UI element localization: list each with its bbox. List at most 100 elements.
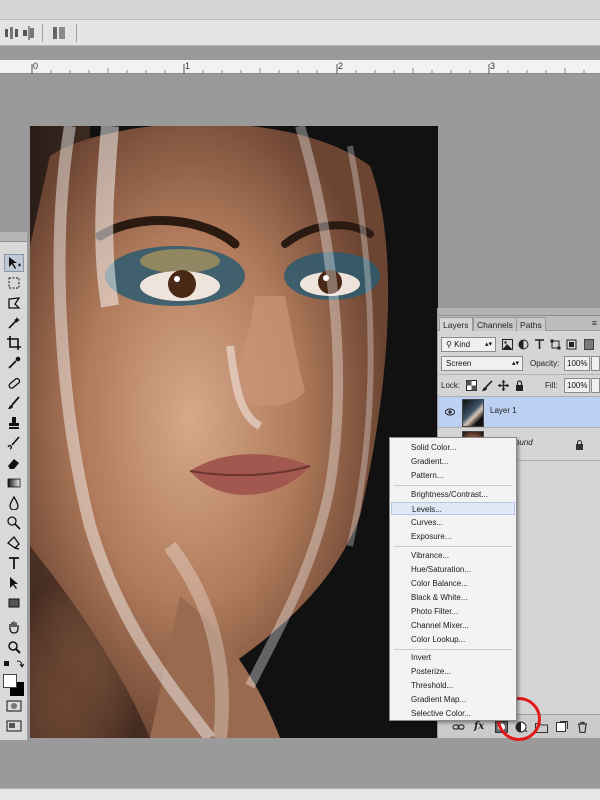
menu-item-gradient-map[interactable]: Gradient Map... xyxy=(391,693,515,706)
marquee-tool[interactable] xyxy=(4,274,24,292)
history-brush-tool[interactable] xyxy=(4,434,24,452)
opacity-input[interactable]: 100% xyxy=(564,356,590,371)
eraser-tool[interactable] xyxy=(4,454,24,472)
delete-layer-icon[interactable] xyxy=(576,721,589,733)
adjustment-filter-icon[interactable] xyxy=(518,339,529,350)
chevron-down-icon: ▴▾ xyxy=(511,360,519,367)
auto-align-icon[interactable] xyxy=(52,26,66,40)
lock-position-icon[interactable] xyxy=(498,380,509,391)
zoom-tool[interactable] xyxy=(4,638,24,656)
lock-transparent-icon[interactable] xyxy=(466,380,477,391)
tools-panel-header[interactable] xyxy=(0,232,27,242)
clone-stamp-tool[interactable] xyxy=(4,414,24,432)
lasso-icon xyxy=(8,297,21,309)
fill-dropdown[interactable] xyxy=(591,378,600,393)
menu-item-vibrance[interactable]: Vibrance... xyxy=(391,549,515,562)
foreground-color-swatch[interactable] xyxy=(3,674,17,688)
blend-mode-value: Screen xyxy=(446,359,472,368)
panel-header[interactable] xyxy=(438,308,600,316)
document-canvas[interactable] xyxy=(30,126,438,738)
type-filter-icon[interactable] xyxy=(534,339,545,350)
menu-item-black-white[interactable]: Black & White... xyxy=(391,591,515,604)
dodge-tool[interactable] xyxy=(4,514,24,532)
quick-mask-icon[interactable] xyxy=(6,700,22,712)
shape-tool[interactable] xyxy=(4,594,24,612)
brush-tool[interactable] xyxy=(4,394,24,412)
tab-paths[interactable]: Paths xyxy=(516,317,546,331)
adjustment-layer-menu: Solid Color... Gradient... Pattern... Br… xyxy=(389,437,517,721)
filter-kind-select[interactable]: ⚲ Kind ▴▾ xyxy=(441,337,496,352)
swap-colors-icon[interactable] xyxy=(3,659,25,669)
lasso-tool[interactable] xyxy=(4,294,24,312)
menu-item-hue-saturation[interactable]: Hue/Saturation... xyxy=(391,563,515,576)
healing-brush-tool[interactable] xyxy=(4,374,24,392)
menu-item-brightness-contrast[interactable]: Brightness/Contrast... xyxy=(391,488,515,501)
blend-row: Screen ▴▾ Opacity: 100% xyxy=(438,353,600,375)
filter-toggle-switch[interactable] xyxy=(584,339,594,350)
eyedropper-tool[interactable] xyxy=(4,354,24,372)
smart-object-filter-icon[interactable] xyxy=(566,339,577,350)
tools-panel xyxy=(0,232,28,740)
rectangle-icon xyxy=(8,598,20,608)
menu-item-channel-mixer[interactable]: Channel Mixer... xyxy=(391,619,515,632)
lock-pixels-icon[interactable] xyxy=(482,380,493,391)
image-filter-icon[interactable] xyxy=(502,339,513,350)
move-tool[interactable] xyxy=(4,254,24,272)
blur-tool[interactable] xyxy=(4,494,24,512)
panel-tabs: Layers Channels Paths ≡ xyxy=(438,316,600,331)
arrow-icon xyxy=(10,577,18,589)
screen-mode-icon[interactable] xyxy=(6,720,22,732)
filter-kind-value: Kind xyxy=(454,340,471,349)
horizontal-ruler: 0 1 2 3 xyxy=(0,60,600,74)
layer-thumbnail xyxy=(462,399,484,427)
ruler-ticks xyxy=(31,64,585,74)
path-select-tool[interactable] xyxy=(4,574,24,592)
tab-layers[interactable]: Layers xyxy=(439,317,473,331)
fill-label: Fill: xyxy=(545,381,558,390)
move-icon xyxy=(9,257,21,269)
menu-separator xyxy=(394,649,512,650)
pen-tool[interactable] xyxy=(4,534,24,552)
lock-all-icon[interactable] xyxy=(514,380,525,391)
menu-separator xyxy=(394,485,512,486)
menu-item-invert[interactable]: Invert xyxy=(391,651,515,664)
quick-select-tool[interactable] xyxy=(4,314,24,332)
type-tool[interactable] xyxy=(4,554,24,572)
menu-item-curves[interactable]: Curves... xyxy=(391,516,515,529)
menu-item-color-lookup[interactable]: Color Lookup... xyxy=(391,633,515,646)
distribute-center-icon[interactable] xyxy=(22,26,36,40)
shape-filter-icon[interactable] xyxy=(550,339,561,350)
opacity-dropdown[interactable] xyxy=(591,356,600,371)
distribute-left-icon[interactable] xyxy=(4,26,20,40)
drop-icon xyxy=(9,496,19,510)
crop-tool[interactable] xyxy=(4,334,24,352)
menu-item-posterize[interactable]: Posterize... xyxy=(391,665,515,678)
new-layer-icon[interactable] xyxy=(555,721,568,733)
bandage-icon xyxy=(8,377,21,389)
menu-item-levels[interactable]: Levels... xyxy=(391,502,515,515)
blend-mode-select[interactable]: Screen ▴▾ xyxy=(441,356,523,371)
menu-item-gradient[interactable]: Gradient... xyxy=(391,455,515,468)
opacity-label: Opacity: xyxy=(530,359,560,368)
fill-input[interactable]: 100% xyxy=(564,378,590,393)
tab-channels[interactable]: Channels xyxy=(473,317,517,331)
hand-tool[interactable] xyxy=(4,618,24,636)
zoom-icon xyxy=(8,641,21,654)
menu-item-color-balance[interactable]: Color Balance... xyxy=(391,577,515,590)
gradient-tool[interactable] xyxy=(4,474,24,492)
fx-icon[interactable]: fx xyxy=(474,721,487,733)
menu-item-pattern[interactable]: Pattern... xyxy=(391,469,515,482)
dodge-icon xyxy=(7,516,21,530)
status-bar xyxy=(0,788,600,800)
menu-item-threshold[interactable]: Threshold... xyxy=(391,679,515,692)
options-separator xyxy=(42,24,43,42)
visibility-eye-icon[interactable] xyxy=(445,408,455,416)
top-strip xyxy=(0,0,600,20)
menu-item-exposure[interactable]: Exposure... xyxy=(391,530,515,543)
link-icon[interactable] xyxy=(452,721,465,733)
layer-row[interactable]: Layer 1 xyxy=(438,396,600,428)
menu-item-photo-filter[interactable]: Photo Filter... xyxy=(391,605,515,618)
menu-item-selective-color[interactable]: Selective Color... xyxy=(391,707,515,720)
menu-item-solid-color[interactable]: Solid Color... xyxy=(391,441,515,454)
panel-menu-icon[interactable]: ≡ xyxy=(592,318,597,328)
